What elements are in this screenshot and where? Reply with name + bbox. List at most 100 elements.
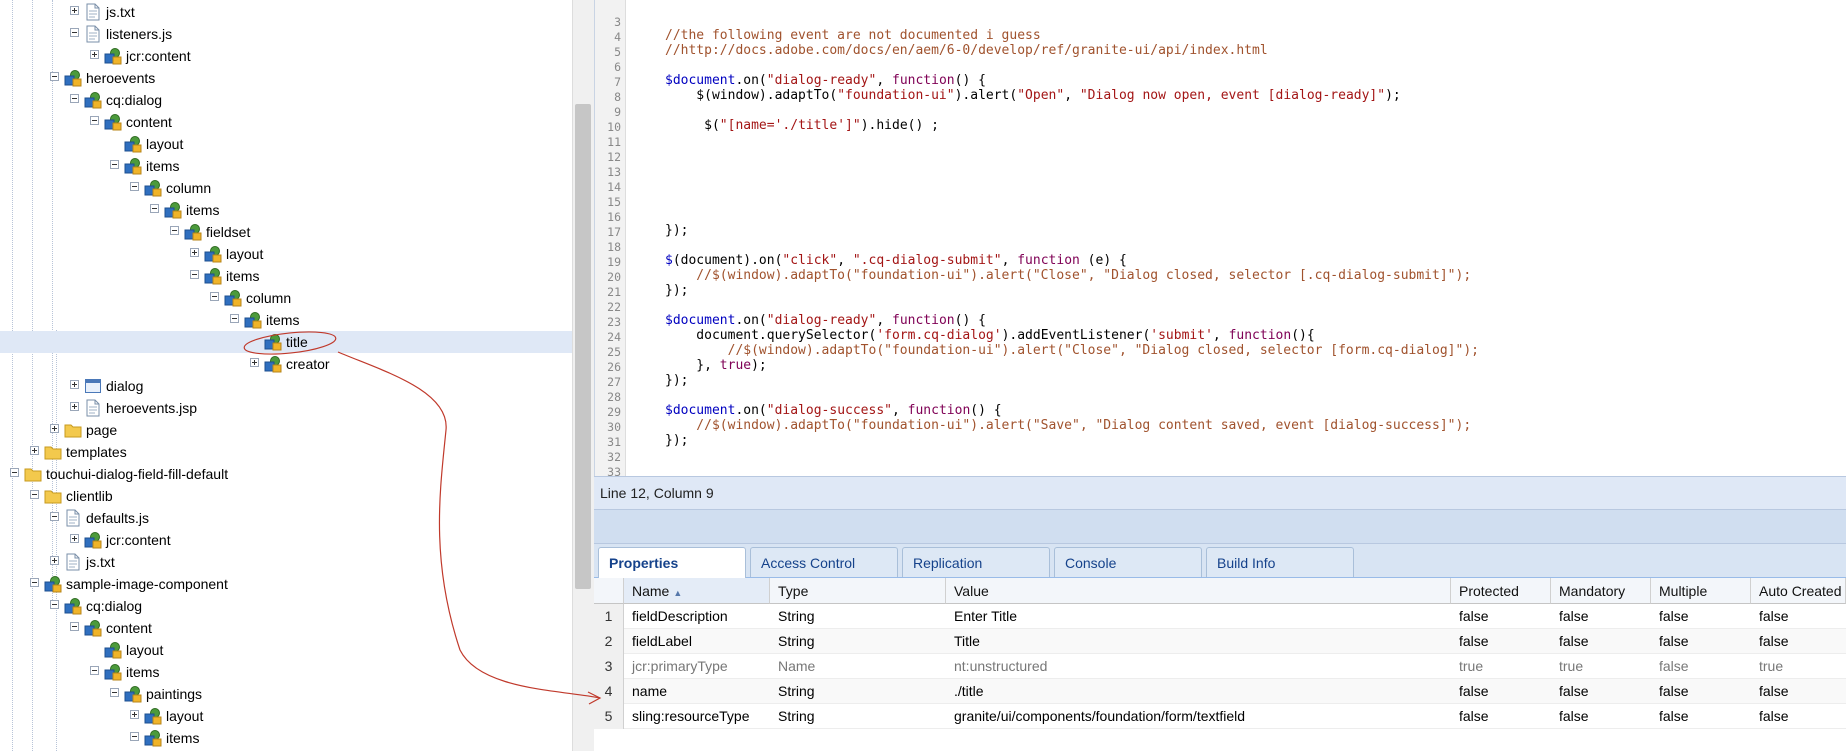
code-token: , bbox=[1212, 328, 1229, 343]
tab-console[interactable]: Console bbox=[1054, 547, 1202, 577]
tree-scrollbar-thumb[interactable] bbox=[575, 104, 591, 589]
tree-node[interactable]: items bbox=[0, 727, 572, 749]
column-header-mandatory[interactable]: Mandatory bbox=[1551, 578, 1651, 604]
collapse-icon[interactable] bbox=[130, 732, 139, 741]
node-icon bbox=[64, 597, 82, 615]
column-header-value[interactable]: Value bbox=[946, 578, 1451, 604]
tree-node[interactable]: creator bbox=[0, 353, 572, 375]
expand-icon[interactable] bbox=[50, 424, 59, 433]
tree-node[interactable]: content bbox=[0, 111, 572, 133]
cell-mandatory: false bbox=[1559, 608, 1589, 624]
tree-node[interactable]: cq:dialog bbox=[0, 89, 572, 111]
column-header-auto[interactable]: Auto Created bbox=[1751, 578, 1846, 604]
collapse-icon[interactable] bbox=[230, 314, 239, 323]
row-number: 5 bbox=[594, 704, 624, 729]
collapse-icon[interactable] bbox=[70, 28, 79, 37]
collapse-icon[interactable] bbox=[50, 72, 59, 81]
tree-node[interactable]: listeners.js bbox=[0, 23, 572, 45]
tree-node[interactable]: templates bbox=[0, 441, 572, 463]
line-number: 17 bbox=[607, 225, 621, 239]
tree-node[interactable]: page bbox=[0, 419, 572, 441]
code-line: //$(window).adaptTo("foundation-ui").ale… bbox=[665, 418, 1471, 433]
collapse-icon[interactable] bbox=[50, 600, 59, 609]
column-header-protected[interactable]: Protected bbox=[1451, 578, 1551, 604]
column-header-name[interactable]: Name ▲ bbox=[624, 578, 770, 604]
expand-icon[interactable] bbox=[30, 446, 39, 455]
tree-node[interactable]: clientlib bbox=[0, 485, 572, 507]
tree-node[interactable]: content bbox=[0, 617, 572, 639]
table-row[interactable]: 1 fieldDescription String Enter Title false f… bbox=[594, 604, 1846, 629]
expand-icon[interactable] bbox=[190, 248, 199, 257]
expand-icon[interactable] bbox=[90, 50, 99, 59]
collapse-icon[interactable] bbox=[150, 204, 159, 213]
collapse-icon[interactable] bbox=[110, 688, 119, 697]
collapse-icon[interactable] bbox=[30, 490, 39, 499]
tree-node[interactable]: heroevents.jsp bbox=[0, 397, 572, 419]
collapse-icon[interactable] bbox=[90, 666, 99, 675]
tab-replication[interactable]: Replication bbox=[902, 547, 1050, 577]
tree-node[interactable]: column bbox=[0, 177, 572, 199]
tree-node[interactable]: layout bbox=[0, 243, 572, 265]
collapse-icon[interactable] bbox=[70, 94, 79, 103]
tree-node[interactable]: items bbox=[0, 661, 572, 683]
column-header-type[interactable]: Type bbox=[770, 578, 946, 604]
cell-protected: true bbox=[1459, 658, 1484, 674]
tree-node[interactable]: layout bbox=[0, 639, 572, 661]
table-row[interactable]: 5 sling:resourceType String granite/ui/comp… bbox=[594, 704, 1846, 729]
code-line: $document.on("dialog-success", function(… bbox=[665, 403, 1002, 418]
collapse-icon[interactable] bbox=[70, 622, 79, 631]
tree-node[interactable]: defaults.js bbox=[0, 507, 572, 529]
expand-icon[interactable] bbox=[130, 710, 139, 719]
tree-node[interactable]: touchui-dialog-field-fill-default bbox=[0, 463, 572, 485]
file-icon bbox=[84, 399, 102, 417]
tree-node[interactable]: js.txt bbox=[0, 1, 572, 23]
collapse-icon[interactable] bbox=[190, 270, 199, 279]
expand-icon[interactable] bbox=[70, 402, 79, 411]
collapse-icon[interactable] bbox=[130, 182, 139, 191]
collapse-icon[interactable] bbox=[10, 468, 19, 477]
tree-node[interactable]: paintings bbox=[0, 683, 572, 705]
tree-node[interactable]: items bbox=[0, 309, 572, 331]
collapse-icon[interactable] bbox=[30, 578, 39, 587]
tree-node[interactable]: dialog bbox=[0, 375, 572, 397]
tab-properties[interactable]: Properties bbox=[598, 547, 746, 578]
code-editor[interactable]: 3 4 5 6 7 8 9 10 11 12 13 14 15 16 17 18 19 20 21 22 23 24 25 2… bbox=[594, 0, 1846, 494]
tree-node[interactable]: js.txt bbox=[0, 551, 572, 573]
tree-node-label: templates bbox=[66, 444, 127, 460]
tree-node[interactable]: jcr:content bbox=[0, 45, 572, 67]
expand-icon[interactable] bbox=[70, 6, 79, 15]
tree-node[interactable]: cq:dialog bbox=[0, 595, 572, 617]
tree-node[interactable]: items bbox=[0, 199, 572, 221]
table-row[interactable]: 3 jcr:primaryType Name nt:unstructured true t… bbox=[594, 654, 1846, 679]
table-row[interactable]: 2 fieldLabel String Title false false false fal… bbox=[594, 629, 1846, 654]
tree-node[interactable]: fieldset bbox=[0, 221, 572, 243]
tab-build-info[interactable]: Build Info bbox=[1206, 547, 1354, 577]
collapse-icon[interactable] bbox=[210, 292, 219, 301]
tree-node[interactable]: sample-image-component bbox=[0, 573, 572, 595]
expand-icon[interactable] bbox=[250, 358, 259, 367]
tree-node[interactable]: jcr:content bbox=[0, 529, 572, 551]
panel-divider[interactable] bbox=[594, 510, 1846, 544]
expand-icon[interactable] bbox=[70, 534, 79, 543]
collapse-icon[interactable] bbox=[170, 226, 179, 235]
tree-node[interactable]: title bbox=[0, 331, 572, 353]
tree-node[interactable]: heroevents bbox=[0, 67, 572, 89]
tree-node[interactable]: layout bbox=[0, 133, 572, 155]
table-row[interactable]: 4 name String ./title false false false false bbox=[594, 679, 1846, 704]
tree-node-label: layout bbox=[146, 136, 184, 152]
tree-node[interactable]: column bbox=[0, 287, 572, 309]
collapse-icon[interactable] bbox=[110, 160, 119, 169]
expand-icon[interactable] bbox=[70, 380, 79, 389]
tree-node[interactable]: items bbox=[0, 155, 572, 177]
collapse-icon[interactable] bbox=[90, 116, 99, 125]
collapse-icon[interactable] bbox=[50, 512, 59, 521]
tree-node[interactable]: items bbox=[0, 265, 572, 287]
node-icon bbox=[164, 201, 182, 219]
column-header-multiple[interactable]: Multiple bbox=[1651, 578, 1751, 604]
expand-icon[interactable] bbox=[50, 556, 59, 565]
column-header-label: Value bbox=[954, 583, 989, 599]
tree-node-label: items bbox=[186, 202, 220, 218]
tree-node[interactable]: layout bbox=[0, 705, 572, 727]
tab-access-control[interactable]: Access Control bbox=[750, 547, 898, 577]
node-icon bbox=[264, 355, 282, 373]
